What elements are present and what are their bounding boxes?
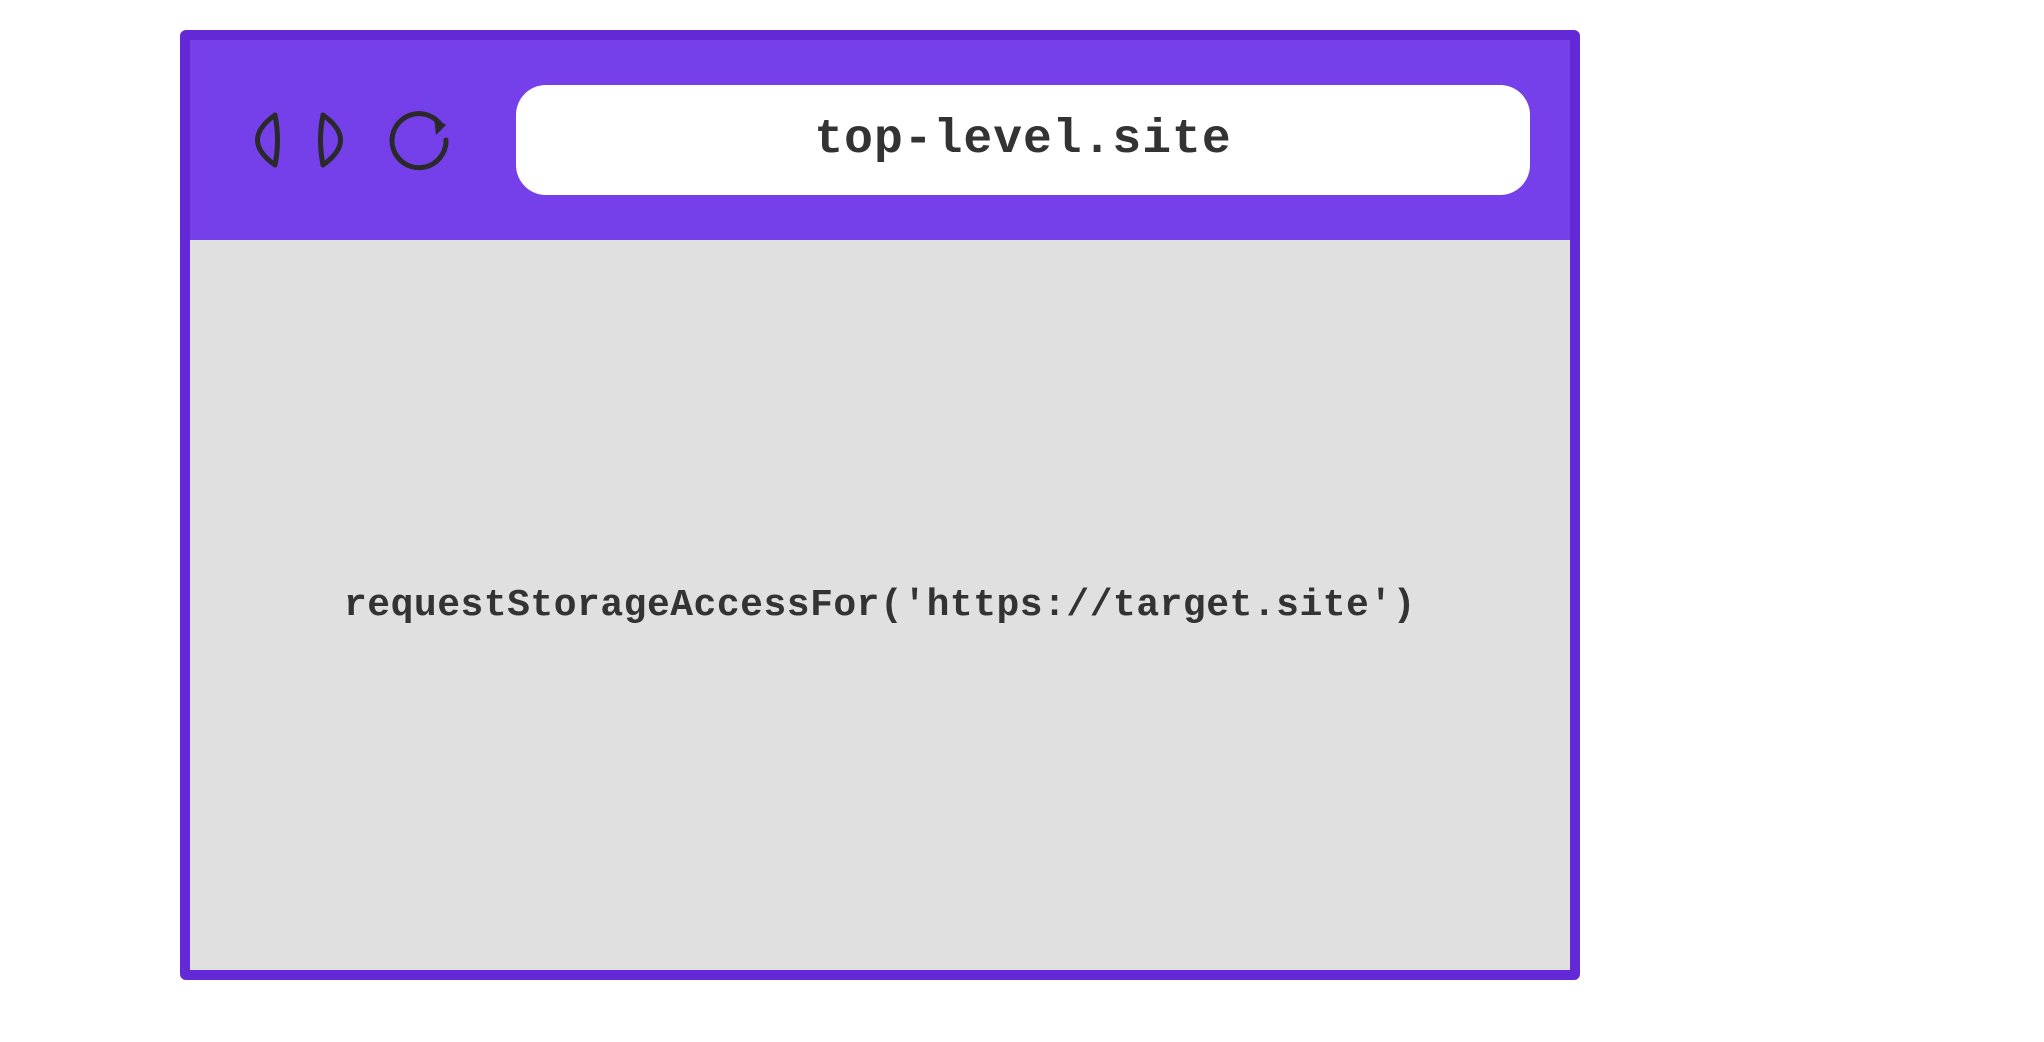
browser-chrome: top-level.site xyxy=(190,40,1570,240)
reload-icon[interactable] xyxy=(386,105,456,175)
browser-window: top-level.site requestStorageAccessFor('… xyxy=(180,30,1580,980)
nav-icons xyxy=(230,105,456,175)
code-snippet: requestStorageAccessFor('https://target.… xyxy=(344,584,1416,627)
back-icon[interactable] xyxy=(230,105,290,175)
browser-content: requestStorageAccessFor('https://target.… xyxy=(190,240,1570,970)
forward-icon[interactable] xyxy=(308,105,368,175)
address-text: top-level.site xyxy=(814,113,1231,167)
address-bar[interactable]: top-level.site xyxy=(516,85,1530,195)
